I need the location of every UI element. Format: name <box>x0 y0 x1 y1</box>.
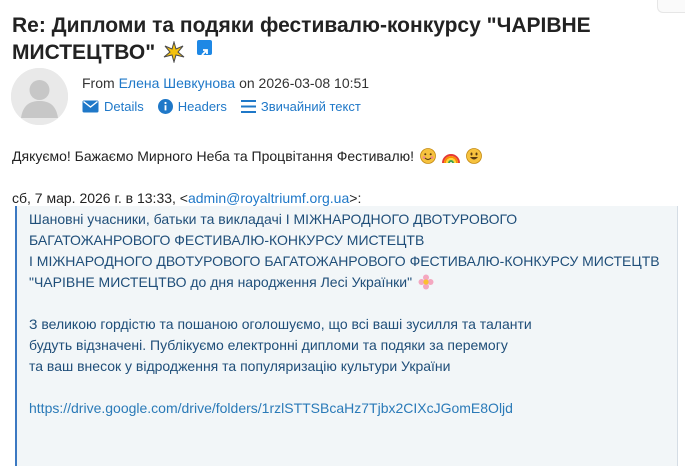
info-icon <box>157 99 173 114</box>
details-button[interactable]: Details <box>82 99 144 114</box>
grinning-face-emoji <box>465 148 482 167</box>
envelope-icon <box>82 100 99 113</box>
quoted-line: І МІЖНАРОДНОГО ДВОТУРОВОГО БАГАТОЖАНРОВО… <box>29 253 660 269</box>
list-icon <box>240 100 256 113</box>
quoted-line-with-emoji: "ЧАРІВНЕ МИСТЕЦТВО до дня народження Лес… <box>29 272 434 296</box>
message-subject: Re: Дипломи та подяки фестивалю-конкурсу… <box>12 12 632 70</box>
sender-name-link[interactable]: Елена Шевкунова <box>119 75 236 91</box>
reply-text: Дякуємо! Бажаємо Мирного Неба та Процвіт… <box>12 148 482 167</box>
reply-line: Дякуємо! Бажаємо Мирного Неба та Процвіт… <box>12 148 415 164</box>
headers-label: Headers <box>177 99 227 114</box>
drive-link[interactable]: https://drive.google.com/drive/folders/1… <box>29 398 513 419</box>
quoted-line: будуть відзначені. Публікуємо електронні… <box>29 337 508 353</box>
message-actions: Details Headers Звичайний текст <box>82 99 361 114</box>
quote-sender-email-link[interactable]: admin@royaltriumf.org.ua <box>188 190 349 206</box>
quoted-line: Шановні учасники, батьки та викладачі І … <box>29 211 518 227</box>
rainbow-emoji <box>441 148 460 167</box>
quoted-line: З великою гордістю та пошаною оголошуємо… <box>29 316 532 332</box>
quoted-message: Шановні учасники, батьки та викладачі І … <box>15 206 678 466</box>
message-date: 2026-03-08 10:51 <box>258 75 370 91</box>
smiling-face-emoji <box>420 148 436 167</box>
quote-header-date: сб, 7 мар. 2026 г. в 13:33, < <box>12 190 188 206</box>
sparkle-icon <box>163 40 185 70</box>
plain-text-label: Звичайний текст <box>260 99 361 114</box>
plain-text-button[interactable]: Звичайний текст <box>240 99 361 114</box>
date-prefix: on <box>239 75 255 91</box>
quote-header-suffix: >: <box>349 190 362 206</box>
headers-button[interactable]: Headers <box>157 99 227 114</box>
subject-text: Re: Дипломи та подяки фестивалю-конкурсу… <box>12 14 591 64</box>
flower-emoji <box>418 274 434 296</box>
window-edge <box>657 0 685 13</box>
quote-header: сб, 7 мар. 2026 г. в 13:33, <admin@royal… <box>12 190 361 206</box>
sender-line: From Елена Шевкунова on 2026-03-08 10:51 <box>82 75 369 91</box>
avatar <box>11 68 68 125</box>
quoted-line: БАГАТОЖАНРОВОГО ФЕСТИВАЛЮ-КОНКУРСУ МИСТЕ… <box>29 232 425 248</box>
quoted-line: та ваш внесок у відродження та популяриз… <box>29 358 451 374</box>
quoted-line: "ЧАРІВНЕ МИСТЕЦТВО до дня народження Лес… <box>29 274 413 290</box>
details-label: Details <box>104 99 144 114</box>
external-link-icon[interactable] <box>196 40 212 56</box>
from-prefix: From <box>82 75 115 91</box>
